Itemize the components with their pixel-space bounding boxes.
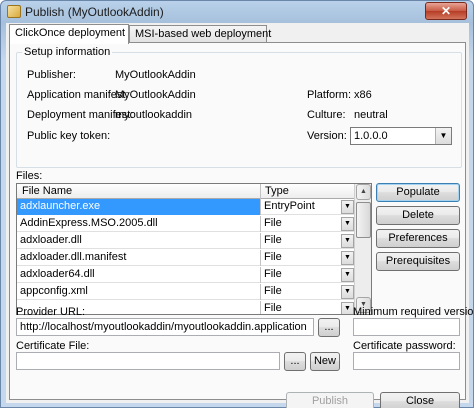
setup-information-group: Setup information Publisher: MyOutlookAd…	[16, 46, 462, 168]
file-type-value: File	[264, 217, 282, 229]
file-type-value: File	[264, 251, 282, 263]
scroll-up-icon[interactable]: ▲	[356, 184, 371, 200]
table-row[interactable]: adxloader.dll.manifest File ▼	[17, 250, 355, 266]
files-grid-header: File Name Type	[17, 184, 355, 199]
chevron-down-icon[interactable]: ▼	[341, 268, 354, 282]
file-name-cell[interactable]: adxloader.dll.manifest	[17, 250, 260, 266]
version-select-value: 1.0.0.0	[354, 130, 388, 142]
file-type-value: File	[264, 234, 282, 246]
culture-value: neutral	[354, 109, 388, 121]
publisher-value: MyOutlookAddin	[115, 69, 196, 81]
file-type-cell[interactable]: File ▼	[260, 301, 355, 314]
platform-label: Platform:	[307, 89, 352, 101]
table-row[interactable]: adxloader64.dll File ▼	[17, 267, 355, 283]
minimum-required-version-input[interactable]	[353, 318, 460, 336]
close-button[interactable]: Close	[380, 392, 460, 408]
window-title: Publish (MyOutlookAddin)	[25, 5, 164, 19]
scrollbar-thumb[interactable]	[356, 202, 371, 238]
file-type-cell[interactable]: File ▼	[260, 284, 355, 300]
prerequisites-button[interactable]: Prerequisites	[376, 252, 460, 271]
certificate-password-input[interactable]	[353, 352, 460, 370]
files-grid[interactable]: File Name Type adxlauncher.exe EntryPoin…	[16, 183, 372, 315]
publisher-label: Publisher:	[27, 69, 76, 81]
chevron-down-icon: ▼	[435, 128, 451, 144]
application-manifest-label: Application manifest:	[27, 89, 129, 101]
file-type-cell[interactable]: File ▼	[260, 216, 355, 232]
dialog-client-area: ClickOnce deployment MSI-based web deplo…	[6, 23, 474, 408]
title-bar[interactable]: Publish (MyOutlookAddin) ✕	[1, 1, 473, 23]
file-type-value: File	[264, 285, 282, 297]
certificate-browse-button[interactable]: ...	[284, 352, 306, 371]
minimum-required-version-label: Minimum required version:	[353, 306, 474, 318]
publish-button[interactable]: Publish	[286, 392, 374, 408]
chevron-down-icon[interactable]: ▼	[341, 200, 354, 214]
tab-msi-web-deployment[interactable]: MSI-based web deployment	[129, 25, 271, 43]
file-type-cell[interactable]: File ▼	[260, 250, 355, 266]
column-header-file-name[interactable]: File Name	[22, 185, 72, 197]
version-select[interactable]: 1.0.0.0 ▼	[350, 127, 452, 145]
table-row[interactable]: adxloader.dll File ▼	[17, 233, 355, 249]
app-icon	[7, 5, 21, 18]
files-label: Files:	[16, 170, 43, 182]
public-key-token-label: Public key token:	[27, 130, 111, 142]
file-type-cell[interactable]: File ▼	[260, 267, 355, 283]
column-header-type[interactable]: Type	[265, 185, 289, 197]
new-certificate-button[interactable]: New	[310, 352, 340, 371]
table-row[interactable]: AddinExpress.MSO.2005.dll File ▼	[17, 216, 355, 232]
file-type-value: File	[264, 268, 282, 280]
provider-url-value: http://localhost/myoutlookaddin/myoutloo…	[20, 321, 307, 333]
publish-window: Publish (MyOutlookAddin) ✕ ClickOnce dep…	[0, 0, 474, 408]
deployment-manifest-value: myoutlookaddin	[115, 109, 193, 121]
chevron-down-icon[interactable]: ▼	[341, 285, 354, 299]
chevron-down-icon[interactable]: ▼	[341, 217, 354, 231]
file-type-value: File	[264, 302, 282, 314]
certificate-password-label: Certificate password:	[353, 340, 456, 352]
culture-label: Culture:	[307, 109, 346, 121]
table-row[interactable]: adxlauncher.exe EntryPoint ▼	[17, 199, 355, 215]
column-divider	[260, 184, 261, 199]
certificate-file-input[interactable]	[16, 352, 280, 370]
version-label: Version:	[307, 130, 347, 142]
file-type-value: EntryPoint	[264, 200, 315, 212]
provider-url-label: Provider URL:	[16, 306, 86, 318]
tab-clickonce-deployment[interactable]: ClickOnce deployment	[9, 24, 129, 44]
delete-button[interactable]: Delete	[376, 206, 460, 225]
provider-url-input[interactable]: http://localhost/myoutlookaddin/myoutloo…	[16, 318, 314, 336]
file-name-cell[interactable]: adxloader.dll	[17, 233, 260, 249]
table-row[interactable]: appconfig.xml File ▼	[17, 284, 355, 300]
chevron-down-icon[interactable]: ▼	[341, 234, 354, 248]
files-grid-scrollbar[interactable]: ▲ ▼	[354, 184, 371, 314]
setup-information-legend: Setup information	[22, 46, 113, 58]
preferences-button[interactable]: Preferences	[376, 229, 460, 248]
chevron-down-icon[interactable]: ▼	[341, 251, 354, 265]
populate-button[interactable]: Populate	[376, 183, 460, 202]
application-manifest-value: MyOutlookAddin	[115, 89, 196, 101]
file-type-cell[interactable]: EntryPoint ▼	[260, 199, 355, 215]
close-window-button[interactable]: ✕	[425, 2, 467, 20]
certificate-file-label: Certificate File:	[16, 340, 90, 352]
file-name-cell[interactable]: adxlauncher.exe	[17, 199, 260, 215]
file-name-cell[interactable]: appconfig.xml	[17, 284, 260, 300]
clickonce-tab-panel: Setup information Publisher: MyOutlookAd…	[9, 42, 474, 408]
file-type-cell[interactable]: File ▼	[260, 233, 355, 249]
platform-value: x86	[354, 89, 372, 101]
file-name-cell[interactable]: AddinExpress.MSO.2005.dll	[17, 216, 260, 232]
file-name-cell[interactable]: adxloader64.dll	[17, 267, 260, 283]
provider-url-browse-button[interactable]: ...	[318, 318, 340, 337]
